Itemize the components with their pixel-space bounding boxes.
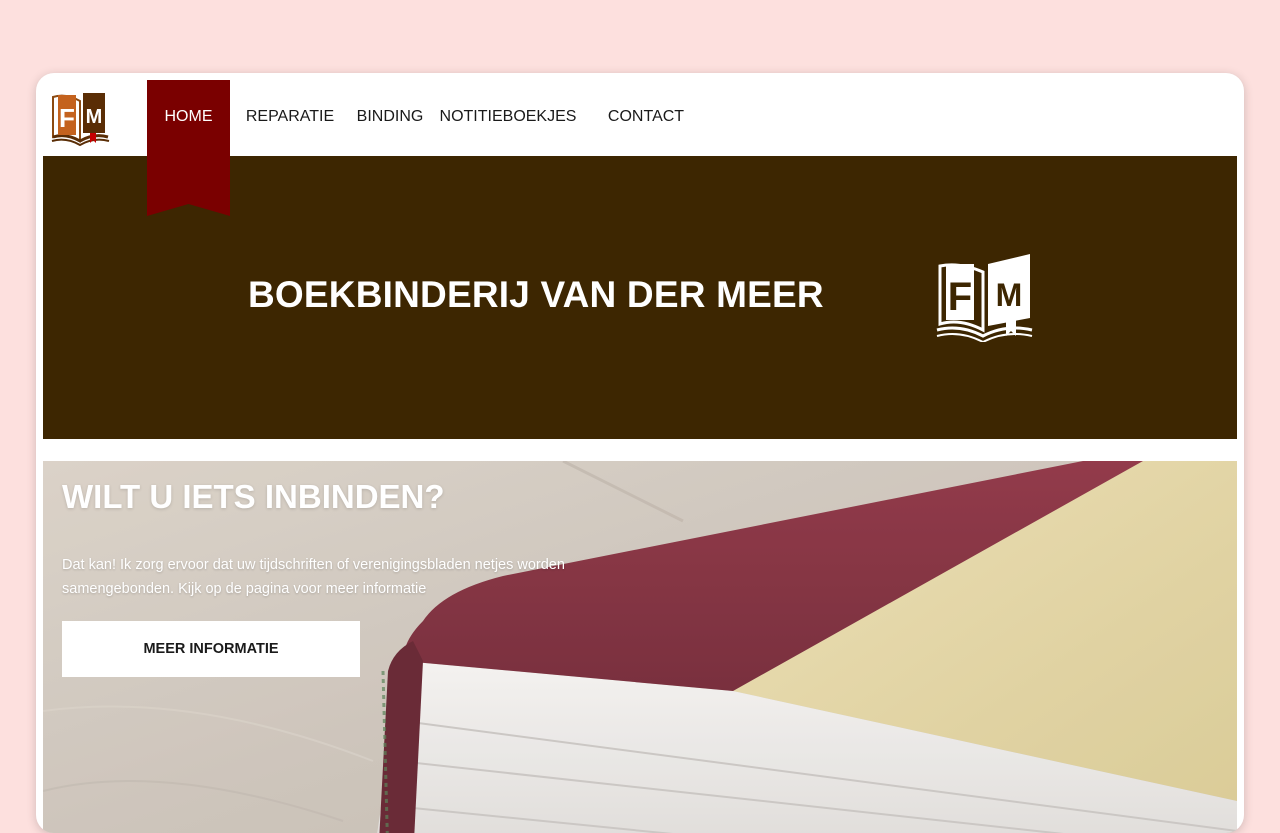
- site-logo-icon[interactable]: F M: [50, 87, 112, 149]
- logo-letter-m: M: [996, 277, 1023, 313]
- browser-window: F M HOME REPARATIE BINDING NOTITIEBOEKJE…: [36, 73, 1244, 833]
- logo-letter-f: F: [948, 275, 972, 319]
- nav-label: NOTITIEBOEKJES: [439, 108, 577, 125]
- nav-label: CONTACT: [607, 108, 685, 125]
- feature-section: WILT U IETS INBINDEN? Dat kan! Ik zorg e…: [43, 461, 1237, 833]
- logo-letter-f: F: [59, 103, 75, 133]
- nav-item-home[interactable]: HOME: [147, 80, 230, 216]
- fm-book-logo-icon: F M: [936, 254, 1033, 342]
- meer-informatie-button[interactable]: MEER INFORMATIE: [62, 621, 360, 677]
- feature-description: Dat kan! Ik zorg ervoor dat uw tijdschri…: [62, 557, 565, 597]
- nav-item-binding[interactable]: BINDING: [350, 80, 430, 154]
- hero-title: BOEKBINDERIJ VAN DER MEER: [248, 274, 824, 315]
- nav-item-notitieboekjes[interactable]: NOTITIEBOEKJES: [430, 80, 586, 154]
- nav-item-reparatie[interactable]: REPARATIE: [230, 80, 350, 154]
- nav-label: REPARATIE: [245, 108, 335, 125]
- active-ribbon: [147, 80, 230, 216]
- feature-title: WILT U IETS INBINDEN?: [62, 478, 445, 515]
- main-nav: HOME REPARATIE BINDING NOTITIEBOEKJES CO…: [147, 80, 706, 216]
- nav-item-contact[interactable]: CONTACT: [586, 80, 706, 154]
- logo-letter-m: M: [86, 106, 103, 128]
- nav-label: HOME: [164, 108, 213, 125]
- nav-label: BINDING: [356, 108, 424, 125]
